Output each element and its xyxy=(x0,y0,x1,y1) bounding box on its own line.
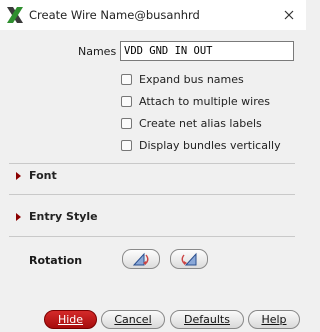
divider xyxy=(9,194,295,195)
create-net-alias-checkbox[interactable] xyxy=(121,118,132,129)
window-title: Create Wire Name@busanhrd xyxy=(29,8,200,22)
display-bundles-vertically-checkbox[interactable] xyxy=(121,140,132,151)
cancel-button[interactable]: Cancel xyxy=(101,310,165,329)
close-button[interactable] xyxy=(272,0,306,30)
names-label: Names xyxy=(78,45,117,58)
entry-style-section-toggle[interactable]: Entry Style xyxy=(16,210,98,223)
rotation-label: Rotation xyxy=(29,254,83,267)
close-icon xyxy=(284,10,294,20)
expand-bus-names-checkbox[interactable] xyxy=(121,74,132,85)
create-net-alias-option[interactable]: Create net alias labels xyxy=(121,117,262,130)
expand-arrow-icon xyxy=(16,212,21,221)
rotate-left-button[interactable] xyxy=(122,249,160,269)
hide-button-label: Hide xyxy=(57,313,84,326)
display-bundles-vertically-option[interactable]: Display bundles vertically xyxy=(121,139,281,152)
attach-multiple-wires-label: Attach to multiple wires xyxy=(139,95,271,108)
names-input[interactable] xyxy=(120,41,294,61)
hide-button[interactable]: Hide xyxy=(44,310,97,329)
attach-multiple-wires-checkbox[interactable] xyxy=(121,96,132,107)
x-logo-icon xyxy=(7,7,23,23)
create-net-alias-label: Create net alias labels xyxy=(139,117,262,130)
expand-arrow-icon xyxy=(16,171,21,180)
rotate-left-icon xyxy=(132,252,149,266)
entry-style-section-label: Entry Style xyxy=(29,210,98,223)
font-section-label: Font xyxy=(29,169,57,182)
defaults-button[interactable]: Defaults xyxy=(170,310,244,329)
attach-multiple-wires-option[interactable]: Attach to multiple wires xyxy=(121,95,270,108)
help-button[interactable]: Help xyxy=(248,310,300,329)
display-bundles-vertically-label: Display bundles vertically xyxy=(139,139,281,152)
title-bar: Create Wire Name@busanhrd xyxy=(0,0,306,30)
cancel-button-label: Cancel xyxy=(114,313,152,326)
defaults-button-label: Defaults xyxy=(184,313,230,326)
expand-bus-names-option[interactable]: Expand bus names xyxy=(121,73,244,86)
divider xyxy=(9,236,295,237)
divider xyxy=(9,163,295,164)
font-section-toggle[interactable]: Font xyxy=(16,169,57,182)
rotate-right-icon xyxy=(181,252,197,266)
rotate-right-button[interactable] xyxy=(170,249,208,269)
expand-bus-names-label: Expand bus names xyxy=(139,73,244,86)
help-button-label: Help xyxy=(261,313,287,326)
